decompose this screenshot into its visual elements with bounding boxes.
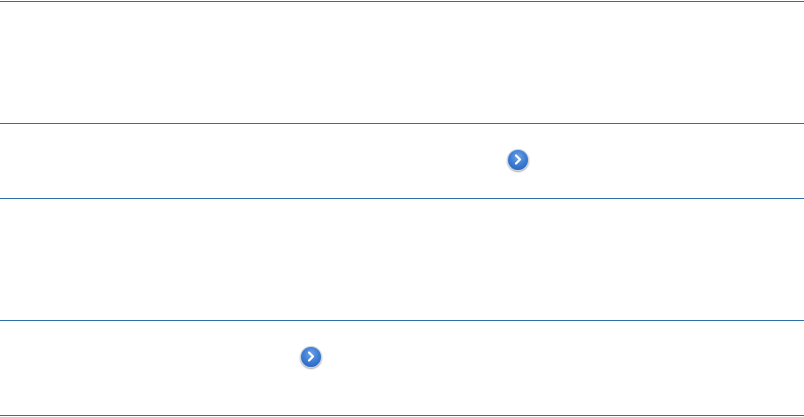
table-row	[0, 321, 804, 416]
chevron-right-icon	[514, 154, 522, 165]
table-row	[0, 199, 804, 320]
divider-bottom	[0, 415, 804, 416]
disclosure-button[interactable]	[300, 346, 322, 368]
table-row	[0, 124, 804, 198]
table-row	[0, 2, 804, 123]
chevron-right-icon	[307, 351, 315, 362]
disclosure-button[interactable]	[507, 149, 529, 171]
